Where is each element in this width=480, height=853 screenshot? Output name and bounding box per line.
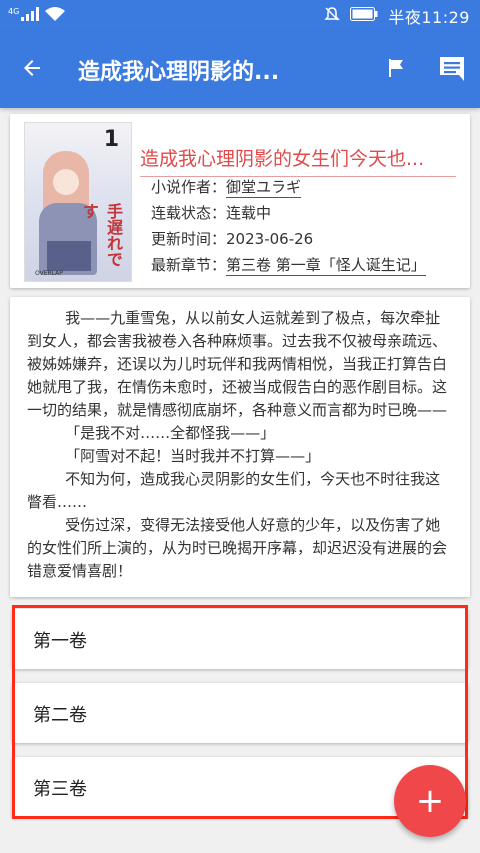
cover-publisher: OVERLAP (35, 270, 63, 277)
meta-label: 最新章节： (151, 256, 227, 274)
add-fab-button[interactable]: + (394, 765, 466, 837)
author-link[interactable]: 御堂ユラギ (226, 178, 302, 198)
meta-updated: 更新时间：2023-06-26 (151, 228, 313, 249)
synopsis-card: 我——九重雪兔，从以前女人运就差到了极点，每次牵扯到女人，都会害我被卷入各种麻烦… (10, 297, 470, 597)
meta-label: 小说作者： (151, 178, 227, 196)
arrow-left-icon[interactable] (20, 56, 44, 84)
mute-icon (324, 6, 341, 26)
meta-label: 更新时间： (151, 230, 227, 248)
book-cover: 1 手遅れです OVERLAP (24, 122, 132, 282)
book-info-card: 1 手遅れです OVERLAP 造成我心理阴影的女生们今天也... 小说作者：御… (10, 114, 470, 288)
status-bar: 4G 半夜11:29 (0, 0, 480, 32)
cover-red-text: 手遅れです (80, 203, 123, 267)
page-title: 造成我心理阴影的... (78, 60, 280, 85)
updated-value: 2023-06-26 (226, 230, 314, 248)
cover-volume-number: 1 (103, 127, 119, 152)
meta-label: 连载状态： (151, 204, 227, 222)
comment-icon[interactable] (438, 55, 466, 85)
meta-author: 小说作者：御堂ユラギ (151, 176, 302, 198)
plus-icon: + (415, 781, 445, 821)
network-tag: 4G (8, 6, 20, 16)
flag-icon[interactable] (384, 56, 408, 84)
signal-icon (21, 7, 40, 25)
meta-status: 连载状态：连载中 (151, 202, 271, 223)
status-value: 连载中 (226, 204, 272, 222)
battery-icon (350, 7, 378, 25)
volume-item[interactable]: 第一卷 (12, 609, 468, 669)
synopsis-text: 我——九重雪兔，从以前女人运就差到了极点，每次牵扯到女人，都会害我被卷入各种麻烦… (27, 309, 448, 580)
book-title: 造成我心理阴影的女生们今天也... (140, 144, 456, 177)
volume-label: 第一卷 (33, 631, 87, 652)
cover-figure-face (53, 169, 79, 195)
volume-label: 第二卷 (33, 705, 87, 726)
latest-chapter-link[interactable]: 第三卷 第一章「怪人诞生记」 (226, 256, 426, 276)
app-bar: 造成我心理阴影的... (0, 32, 480, 108)
volume-label: 第三卷 (33, 779, 87, 800)
volume-item[interactable]: 第二卷 (12, 683, 468, 743)
meta-latest-chapter: 最新章节：第三卷 第一章「怪人诞生记」 (151, 254, 426, 276)
status-time: 半夜11:29 (388, 8, 470, 27)
wifi-icon (45, 7, 66, 25)
